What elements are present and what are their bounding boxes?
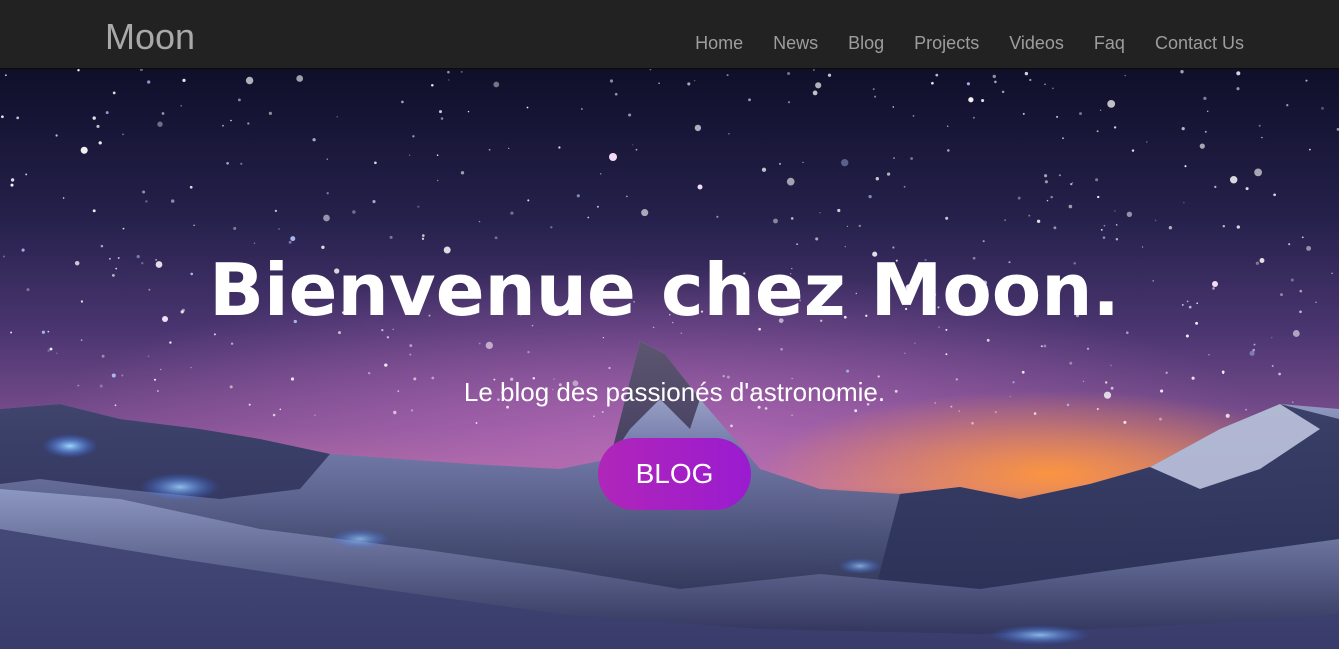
- nav-link-blog[interactable]: Blog: [848, 32, 884, 54]
- hero-title: Bienvenue chez Moon.: [209, 248, 1120, 332]
- nav-link-faq[interactable]: Faq: [1094, 32, 1125, 54]
- nav-link-home[interactable]: Home: [695, 32, 743, 54]
- blog-button[interactable]: BLOG: [598, 438, 751, 510]
- hero-subtitle: Le blog des passionés d'astronomie.: [463, 377, 886, 407]
- navbar: Moon Home News Blog Projects Videos Faq …: [0, 0, 1339, 69]
- nav-link-news[interactable]: News: [773, 32, 818, 54]
- nav-link-contact-us[interactable]: Contact Us: [1155, 32, 1244, 54]
- hero-section: Bienvenue chez Moon. Le blog des passion…: [0, 69, 1339, 649]
- hero-background-image: [0, 69, 1339, 649]
- nav-link-projects[interactable]: Projects: [914, 32, 979, 54]
- nav-menu: Home News Blog Projects Videos Faq Conta…: [665, 32, 1244, 54]
- brand-logo-link[interactable]: Moon: [105, 16, 195, 58]
- nav-link-videos[interactable]: Videos: [1009, 32, 1064, 54]
